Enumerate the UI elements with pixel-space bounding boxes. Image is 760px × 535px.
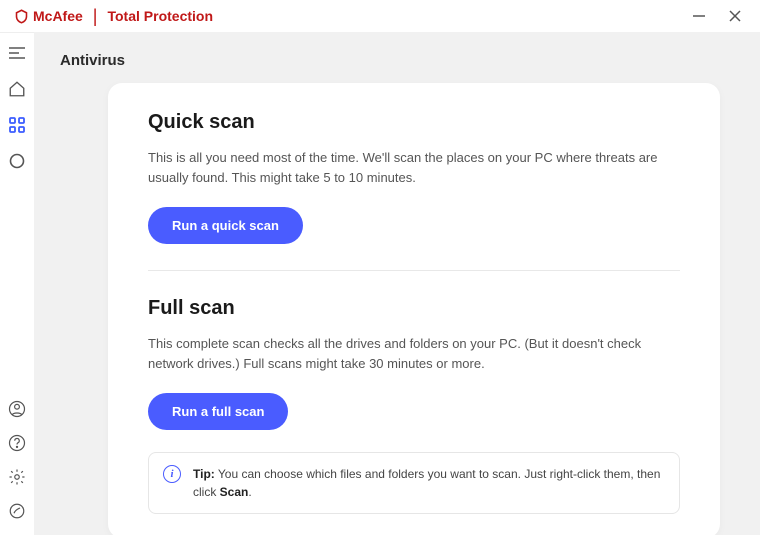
close-button[interactable] — [726, 7, 744, 25]
quick-scan-title: Quick scan — [148, 111, 680, 134]
account-button[interactable] — [7, 399, 27, 419]
scan-card: Quick scan This is all you need most of … — [108, 83, 720, 535]
full-scan-section: Full scan This complete scan checks all … — [148, 297, 680, 430]
full-scan-title: Full scan — [148, 297, 680, 320]
circle-button[interactable] — [7, 151, 27, 171]
apps-button[interactable] — [7, 115, 27, 135]
brand: McAfee | Total Protection — [14, 6, 213, 27]
tip-suffix: . — [248, 485, 251, 499]
home-icon — [8, 80, 26, 98]
menu-icon — [9, 46, 25, 60]
minimize-icon — [692, 9, 706, 23]
brand-separator: | — [93, 6, 98, 27]
user-icon — [8, 400, 26, 418]
title-bar: McAfee | Total Protection — [0, 0, 760, 32]
tip-text: Tip: You can choose which files and fold… — [193, 465, 665, 501]
shield-icon — [14, 9, 29, 24]
tip-body: You can choose which files and folders y… — [193, 467, 660, 499]
page-title: Antivirus — [60, 52, 720, 69]
circle-icon — [9, 153, 25, 169]
gear-icon — [8, 468, 26, 486]
quick-scan-desc: This is all you need most of the time. W… — [148, 148, 668, 187]
settings-button[interactable] — [7, 467, 27, 487]
leaf-icon — [8, 502, 26, 520]
grid-icon — [9, 117, 25, 133]
quick-scan-section: Quick scan This is all you need most of … — [148, 111, 680, 244]
window-controls — [690, 7, 752, 25]
close-icon — [728, 9, 742, 23]
minimize-button[interactable] — [690, 7, 708, 25]
feedback-button[interactable] — [7, 501, 27, 521]
tip-box: i Tip: You can choose which files and fo… — [148, 452, 680, 514]
tip-action: Scan — [220, 485, 249, 499]
brand-product: Total Protection — [107, 8, 213, 24]
full-scan-desc: This complete scan checks all the drives… — [148, 334, 668, 373]
menu-button[interactable] — [7, 43, 27, 63]
section-divider — [148, 270, 680, 271]
brand-name: McAfee — [33, 8, 83, 24]
tip-label: Tip: — [193, 467, 215, 481]
main-content: Antivirus Quick scan This is all you nee… — [34, 32, 760, 535]
info-icon: i — [163, 465, 181, 483]
sidebar — [0, 32, 34, 535]
brand-logo: McAfee — [14, 8, 83, 24]
run-quick-scan-button[interactable]: Run a quick scan — [148, 207, 303, 244]
help-icon — [8, 434, 26, 452]
run-full-scan-button[interactable]: Run a full scan — [148, 393, 288, 430]
help-button[interactable] — [7, 433, 27, 453]
home-button[interactable] — [7, 79, 27, 99]
